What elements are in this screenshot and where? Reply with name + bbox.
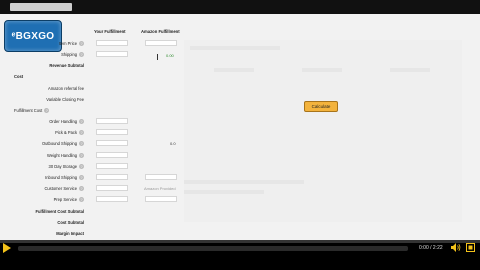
your-fulfillment-input[interactable]: [96, 185, 128, 191]
row-label-text: Fulfillment Cost: [14, 108, 43, 113]
help-icon[interactable]: ?: [79, 130, 84, 136]
row-label: 30 Day Storage?: [48, 164, 84, 170]
fullscreen-icon[interactable]: [466, 243, 475, 252]
amazon-outbound-value: 0.0: [170, 141, 176, 146]
video-frame: ᵉBGXGO Your Fulfillment Amazon Fulfillme…: [0, 14, 480, 240]
amazon-shipping-value: 0.00: [166, 53, 174, 58]
row-label: Item Price?: [58, 41, 84, 47]
row-label: Order Handling?: [49, 119, 84, 125]
row-label: Cost: [14, 74, 23, 79]
row-label-text: Fulfillment Cost Subtotal: [35, 209, 84, 214]
help-icon[interactable]: ?: [79, 197, 84, 203]
help-icon[interactable]: ?: [79, 153, 84, 159]
help-icon[interactable]: ?: [79, 52, 84, 58]
row-label-text: Amazon referral fee: [48, 86, 84, 91]
row-label: Pick & Pack?: [55, 130, 84, 136]
your-fulfillment-input[interactable]: [96, 152, 128, 158]
row-label: Inbound Shipping?: [45, 175, 84, 181]
your-fulfillment-input[interactable]: [96, 174, 128, 180]
help-icon[interactable]: ?: [79, 175, 84, 181]
your-fulfillment-input[interactable]: [96, 196, 128, 202]
help-icon[interactable]: ?: [44, 108, 50, 114]
logo-text: ᵉBGXGO: [11, 30, 55, 42]
calculate-button[interactable]: Calculate: [304, 101, 338, 112]
scrub-bar[interactable]: [18, 246, 408, 251]
progress-track[interactable]: [0, 240, 480, 243]
row-label-text: Margin Impact: [56, 231, 84, 236]
row-label-text: Customer Service: [44, 186, 77, 191]
row-label-text: Item Price: [58, 41, 77, 46]
help-icon[interactable]: ?: [79, 41, 84, 47]
row-label: Variable Closing Fee: [46, 97, 84, 102]
your-fulfillment-input[interactable]: [96, 118, 128, 124]
your-fulfillment-input[interactable]: [96, 40, 128, 46]
play-icon[interactable]: [3, 243, 11, 253]
help-icon[interactable]: ?: [79, 164, 84, 170]
row-label: Shipping?: [61, 52, 84, 58]
row-label: Amazon referral fee: [48, 86, 84, 91]
text-cursor: [157, 54, 158, 60]
player-controls: [0, 240, 480, 270]
row-label-text: Weight Handling: [47, 153, 77, 158]
result-panel: [184, 40, 462, 222]
row-label: Outbound Shipping?: [41, 141, 84, 147]
row-label: Prep Service?: [53, 197, 84, 203]
amazon-fulfillment-input[interactable]: [145, 40, 177, 46]
row-label-text: Pick & Pack: [55, 130, 77, 135]
your-fulfillment-input[interactable]: [96, 51, 128, 57]
row-label-text: Inbound Shipping: [45, 175, 77, 180]
row-label: Cost Subtotal: [57, 220, 84, 225]
help-icon[interactable]: ?: [79, 186, 84, 192]
row-label: Revenue Subtotal: [49, 63, 84, 68]
time-readout: 0:00 / 2:22: [419, 245, 443, 251]
row-label-text: Order Handling: [49, 119, 77, 124]
your-fulfillment-input[interactable]: [96, 163, 128, 169]
row-label-text: Prep Service: [53, 197, 77, 202]
brand-logo: ᵉBGXGO: [4, 20, 62, 52]
row-label-text: 30 Day Storage: [48, 164, 77, 169]
row-label-text: Shipping: [61, 52, 77, 57]
row-label: Margin Impact: [56, 231, 84, 236]
row-label: Customer Service?: [44, 186, 84, 192]
help-icon[interactable]: ?: [79, 141, 84, 147]
tab-thumbnail: [10, 3, 72, 11]
amazon-fulfillment-input[interactable]: [145, 196, 177, 202]
col-your-fulfillment: Your Fulfillment: [94, 29, 126, 34]
amazon-fulfillment-input[interactable]: [145, 174, 177, 180]
row-label: Fulfillment Cost?: [14, 108, 50, 114]
amazon-customer-service-value: Amazon Provided: [144, 186, 176, 191]
row-label-text: Outbound Shipping: [41, 141, 77, 146]
row-label-text: Variable Closing Fee: [46, 97, 84, 102]
col-amazon-fulfillment: Amazon Fulfillment: [141, 29, 180, 34]
top-strip: [0, 0, 480, 14]
row-label-text: Revenue Subtotal: [49, 63, 84, 68]
volume-icon[interactable]: [451, 243, 461, 252]
row-label-text: Cost: [14, 74, 24, 79]
row-label-text: Cost Subtotal: [57, 220, 84, 225]
your-fulfillment-input[interactable]: [96, 140, 128, 146]
help-icon[interactable]: ?: [79, 119, 84, 125]
your-fulfillment-input[interactable]: [96, 129, 128, 135]
row-label: Fulfillment Cost Subtotal: [36, 209, 84, 214]
row-label: Weight Handling?: [47, 153, 84, 159]
